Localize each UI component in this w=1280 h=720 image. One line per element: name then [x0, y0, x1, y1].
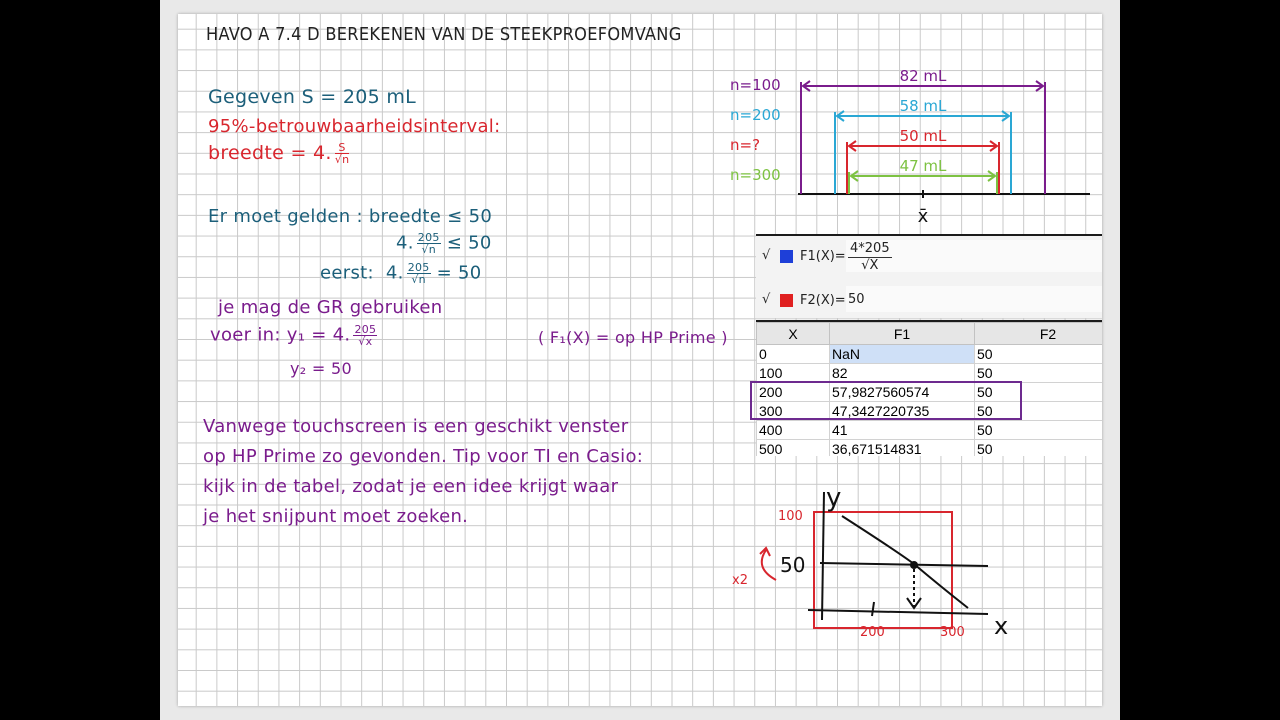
f2-field[interactable] — [846, 286, 1102, 312]
interval-width-label: 58 mL — [900, 97, 947, 115]
table-cell[interactable]: 50 — [974, 344, 1102, 364]
y2-line-graph — [819, 562, 989, 567]
mean-label: x̄ — [918, 206, 929, 227]
tip-line-4: je het snijpunt moet zoeken. — [203, 506, 469, 527]
x-tick — [871, 601, 875, 617]
column-header-f1[interactable]: F1 — [829, 322, 975, 345]
y-tick-label: 100 — [778, 509, 803, 524]
sample-size-label: n=300 — [730, 166, 781, 184]
table-cell[interactable]: 82 — [829, 363, 975, 383]
intersection-sketch: y x 100 50 200 300 x2 — [732, 483, 1008, 640]
y2-line: y₂ = 50 — [290, 359, 352, 378]
table-cell[interactable]: 100 — [756, 363, 830, 383]
condition-line: Er moet gelden : breedte ≤ 50 — [208, 206, 493, 227]
x-axis-label: x — [994, 612, 1008, 640]
interval-width-label: 47 mL — [900, 157, 947, 175]
highlight-box — [750, 381, 1022, 420]
column-header-f2[interactable]: F2 — [974, 322, 1102, 345]
table-header-row: X F1 F2 — [756, 322, 1102, 345]
video-frame: HAVO A 7.4 D BEREKENEN VAN DE STEEKPROEF… — [160, 0, 1120, 720]
f1-expression: 4*205 √X — [848, 241, 892, 273]
intersection-point — [910, 561, 918, 569]
grid-worksheet: HAVO A 7.4 D BEREKENEN VAN DE STEEKPROEF… — [178, 14, 1102, 706]
table-row[interactable]: 500 36,671514831 50 — [756, 439, 1102, 456]
f2-label: F2(X)= — [800, 293, 846, 308]
inequality-line: 4. 205 √n ≤ 50 — [396, 231, 492, 256]
function-row-f1[interactable]: √ F1(X)= 4*205 √X — [756, 238, 1102, 274]
sample-size-label: n=? — [730, 136, 760, 154]
table-cell-selected[interactable]: NaN — [829, 344, 975, 364]
table-cell[interactable]: 500 — [756, 439, 830, 456]
table-cell[interactable]: 50 — [974, 420, 1102, 440]
tip-line-3: kijk in de tabel, zodat je een idee krij… — [203, 476, 619, 497]
checkmark-icon[interactable]: √ — [762, 248, 770, 263]
tip-line-2: op HP Prime zo gevonden. Tip voor TI en … — [203, 446, 644, 467]
x-tick-label: 200 — [860, 625, 885, 640]
color-swatch-blue[interactable] — [780, 250, 793, 263]
f2-expression: 50 — [848, 292, 865, 307]
table-cell[interactable]: 400 — [756, 420, 830, 440]
tip-line-1: Vanwege touchscreen is een geschikt vens… — [203, 416, 629, 437]
confidence-interval-diagram: x̄ 82 mL n=100 58 mL n=200 50 mL n=? 47 mL n=300 — [730, 67, 1090, 227]
x-axis — [807, 609, 989, 615]
f1-label: F1(X)= — [800, 249, 846, 264]
table-cell[interactable]: 50 — [974, 439, 1102, 456]
y-tick-label: 50 — [780, 553, 805, 577]
enter-y1-line: voer in: y₁ = 4. 205 √x — [210, 323, 378, 348]
interval-width-label: 50 mL — [900, 127, 947, 145]
table-cell[interactable]: 50 — [974, 363, 1102, 383]
table-row[interactable]: 100 82 50 — [756, 363, 1102, 383]
x-tick-label: 300 — [940, 625, 965, 640]
zoom-note: x2 — [732, 573, 748, 588]
gr-line: je mag de GR gebruiken — [218, 297, 443, 318]
function-panel: √ F1(X)= 4*205 √X √ F2(X)= 50 — [756, 234, 1102, 318]
interval-width-label: 82 mL — [900, 67, 947, 85]
sample-size-label: n=200 — [730, 106, 781, 124]
table-row[interactable]: 0 NaN 50 — [756, 344, 1102, 364]
sample-size-label: n=100 — [730, 76, 781, 94]
column-header-x[interactable]: X — [756, 322, 830, 345]
table-cell[interactable]: 0 — [756, 344, 830, 364]
table-row[interactable]: 400 41 50 — [756, 420, 1102, 440]
hp-prime-note: ( F₁(X) = op HP Prime ) — [538, 328, 728, 347]
page-title: HAVO A 7.4 D BEREKENEN VAN DE STEEKPROEF… — [206, 24, 682, 45]
checkmark-icon[interactable]: √ — [762, 292, 770, 307]
given-line: Gegeven S = 205 mL — [208, 86, 417, 108]
width-formula: breedte = 4. S √n — [208, 141, 350, 166]
table-cell[interactable]: 36,671514831 — [829, 439, 975, 456]
function-row-f2[interactable]: √ F2(X)= 50 — [756, 282, 1102, 318]
color-swatch-red[interactable] — [780, 294, 793, 307]
y-axis-label: y — [826, 483, 841, 513]
table-cell[interactable]: 41 — [829, 420, 975, 440]
y1-curve — [841, 515, 969, 609]
interval-heading: 95%-betrouwbaarheidsinterval: — [208, 116, 501, 137]
equation-line: eerst: 4. 205 √n = 50 — [320, 261, 482, 286]
